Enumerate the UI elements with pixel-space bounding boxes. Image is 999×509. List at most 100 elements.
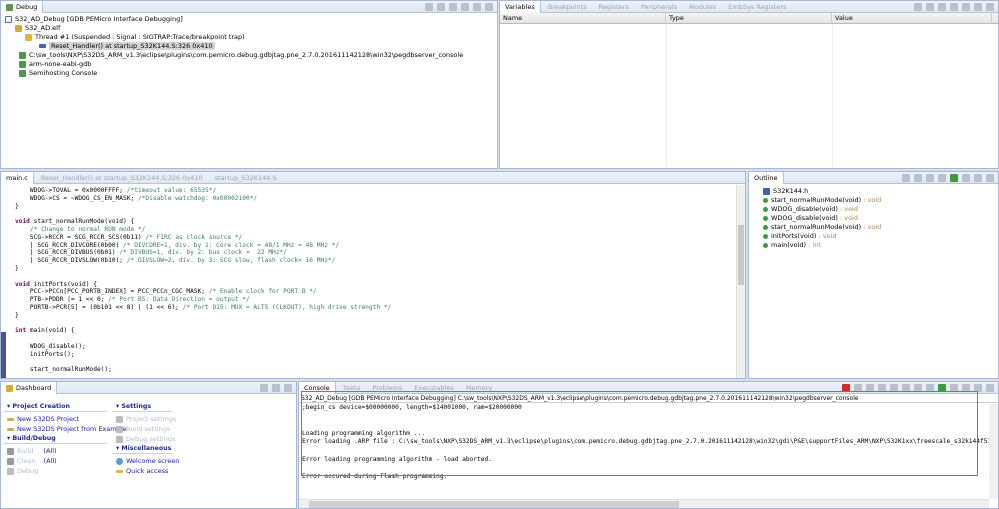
code-line: initPorts(); [1,351,745,359]
build-settings-link[interactable]: Build settings [112,424,172,434]
console-hscrollbar[interactable] [299,499,989,508]
view-menu-icon[interactable] [974,174,982,182]
editor-scrollbar[interactable] [736,185,745,378]
maximize-icon[interactable] [485,3,493,11]
debug-settings-link[interactable]: Debug settings [112,434,175,444]
section-settings[interactable]: ▾ Settings [112,402,172,412]
code-text: initPorts(); [15,350,75,358]
keyword: void [15,280,30,288]
new-s32ds-project-link[interactable]: New S32DS Project [3,414,107,424]
collapse-all-icon[interactable] [902,174,910,182]
tab-registers[interactable]: Registers [594,1,634,13]
maximize-icon[interactable] [284,384,292,392]
outline-item-name: main(void) [771,241,807,249]
column-name[interactable]: Name [500,13,666,24]
outline-item-name: WDOG_disable(void) [771,205,838,213]
maximize-icon[interactable] [986,384,994,392]
add-expression-icon[interactable] [926,3,934,11]
column-value[interactable]: Value [832,13,992,24]
outline-item-type: : void [837,205,858,213]
keyword: void [15,218,30,226]
c-launch-icon [5,15,12,23]
tab-outline[interactable]: Outline [749,172,784,184]
code-line: | SCG_RCCR_DIVBUS(0b01) /* DIVBUS=1, div… [1,249,745,257]
hide-static-icon[interactable] [938,174,946,182]
build-all-link[interactable]: (All) [43,447,56,455]
code-comment: /* Port D15: MUX = ALT5 (CLKOUT), high d… [182,303,392,311]
ruler-marker [1,332,6,378]
code-comment: /*Disable watchdog: 0x00002100*/ [137,194,258,202]
view-menu-icon[interactable] [974,3,982,11]
outline-item[interactable]: main(void) : int [763,241,998,250]
minimize-icon[interactable] [473,3,481,11]
stack-frame-item[interactable]: Reset_Handler() at startup_S32K144.S:326… [1,42,497,51]
settings-icon [116,415,123,423]
section-miscellaneous[interactable]: ▾ Miscellaneous [112,444,172,454]
project-settings-link[interactable]: Project settings [112,414,176,424]
code-area[interactable]: WDOG->TOVAL = 0x0000FFFF; /*timeout valu… [1,184,745,374]
outline-item[interactable]: WDOG_disable(void) : void [763,214,998,223]
column-type[interactable]: Type [666,13,832,24]
function-icon [763,206,768,212]
instruction-step-icon[interactable] [449,3,457,11]
minimize-icon[interactable] [272,384,280,392]
tab-dashboard[interactable]: Dashboard [1,382,58,394]
clean-link[interactable]: Clean [17,457,35,465]
section-project-creation[interactable]: ▾ Project Creation [3,402,107,412]
thread-item[interactable]: Thread #1 (Suspended : Signal : SIGTRAP:… [1,33,497,42]
tab-main-c[interactable]: main.c [1,172,34,184]
new-project-from-example-link[interactable]: New S32DS Project from Example [3,424,127,434]
code-text: } [15,311,19,319]
hide-nonpublic-icon[interactable] [950,174,958,182]
tab-embsys-registers[interactable]: EmbSys Registers [723,1,791,13]
code-comment: /* DIVBUS=1, div. by 2: bus clock = 22 M… [119,249,287,257]
dashboard-icon [6,384,13,392]
remove-icon[interactable] [950,3,958,11]
sort-icon[interactable] [914,174,922,182]
section-build-debug[interactable]: ▾ Build/Debug [3,434,107,444]
outline-item[interactable]: start_normalRunMode(void) : void [763,223,998,232]
outline-item-type: : int [806,241,821,249]
launch-item[interactable]: S32_AD_Debug [GDB PEMicro Interface Debu… [1,15,497,24]
code-text: start_normalRunMode(void) { [29,218,135,226]
hide-defines-icon[interactable] [962,174,970,182]
maximize-icon[interactable] [986,3,994,11]
tab-startup-s[interactable]: startup_S32K144.S [210,172,282,184]
gdb-item[interactable]: arm-none-eabi-gdb [1,60,497,69]
maximize-icon[interactable] [986,174,994,182]
view-menu-icon[interactable] [260,384,268,392]
show-types-icon[interactable] [914,3,922,11]
new-project-icon [7,417,14,421]
outline-item[interactable]: WDOG_disable(void) : void [763,205,998,214]
tab-modules[interactable]: Modules [684,1,721,13]
tab-debug[interactable]: Debug [1,1,44,13]
tab-reset-handler[interactable]: Reset_Handler() at startup_S32K144.S:326… [36,172,208,184]
quick-access-link[interactable]: Quick access [112,466,172,476]
tab-peripherals[interactable]: Peripherals [636,1,682,13]
clean-all-link[interactable]: (All) [44,457,57,465]
code-line: int main(void) { [1,327,745,335]
tab-breakpoints[interactable]: Breakpoints [543,1,592,13]
outline-item[interactable]: S32K144.h [763,187,998,196]
outline-item[interactable]: start_normalRunMode(void) : void [763,196,998,205]
debug-link[interactable]: Debug [17,467,38,475]
elf-item[interactable]: S32_AD.elf [1,24,497,33]
code-text: PORTB->PCR[5] = (0b101 << 8) | (1 << 6); [15,303,183,311]
gdbserver-item[interactable]: C:\sw_tools\NXP\S32DS_ARM_v1.3\eclipse\p… [1,51,497,60]
welcome-screen-link[interactable]: Welcome screen [112,456,179,466]
hide-fields-icon[interactable] [926,174,934,182]
collapse-all-icon[interactable] [938,3,946,11]
console-vscrollbar[interactable] [989,404,998,499]
semihosting-item[interactable]: Semihosting Console [1,69,497,78]
outline-item[interactable]: initPorts(void) : void [763,232,998,241]
disconnect-icon[interactable] [425,3,433,11]
step-icon[interactable] [437,3,445,11]
build-link[interactable]: Build [17,447,33,455]
tab-variables[interactable]: Variables [500,1,541,13]
view-menu-icon[interactable] [461,3,469,11]
outline-item-name: initPorts(void) [771,232,817,240]
code-comment: /*timeout value: 65535*/ [126,187,217,194]
remove-all-icon[interactable] [962,3,970,11]
